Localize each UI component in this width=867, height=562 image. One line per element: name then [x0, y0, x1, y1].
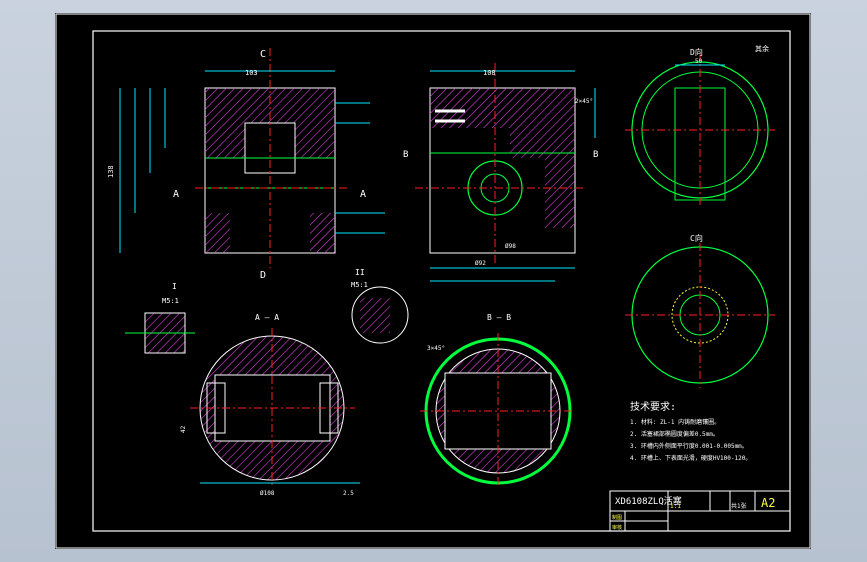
dim-a-a-width: Ø108	[260, 490, 275, 497]
b-b-section	[420, 333, 575, 488]
tech-requirements: 技术要求: 1. 材料: ZL-1 内铸耐磨镶圈。 2. 活塞裙部椭圆度偏差0.…	[630, 400, 751, 462]
label-c-view: C向	[690, 233, 703, 243]
marker-c: C	[260, 49, 266, 60]
label-a-a: A — A	[255, 313, 279, 322]
detail-1	[125, 312, 195, 354]
label-b-b: B — B	[487, 313, 511, 322]
dim-angle-1: 2×45°	[575, 98, 593, 105]
title-designer: 制图	[612, 514, 622, 521]
a-a-section	[190, 328, 360, 488]
tech-item: 3. 环槽内外侧面平行度0.001-0.005mm。	[630, 442, 748, 450]
tech-item: 2. 活塞裙部椭圆度偏差0.5mm。	[630, 430, 719, 438]
detail-2-label: II	[355, 268, 365, 277]
drawing-svg: C A A D 103 138 108 B B Ø98 Ø92 2×45° D向…	[55, 13, 811, 549]
dim-top-width-2: 108	[483, 69, 496, 77]
tech-item: 4. 环槽上、下表面光滑，硬度HV100-120。	[630, 454, 751, 462]
detail-2-scale: M5:1	[351, 281, 368, 289]
detail-1-label: I	[172, 282, 177, 291]
drawing-sheet: 共1张	[731, 502, 747, 510]
marker-a-right: A	[360, 189, 366, 200]
marker-b-left: B	[403, 150, 408, 160]
dim-top-width-1: 103	[245, 69, 258, 77]
dim-height-total: 138	[107, 165, 115, 178]
marker-a-left: A	[173, 189, 179, 200]
dim-bore: Ø98	[505, 243, 516, 250]
roughness-note: 其余	[755, 44, 769, 53]
dim-bottom: Ø92	[475, 260, 486, 267]
dim-pin-dia: 42	[180, 425, 187, 433]
main-section-view	[119, 48, 385, 268]
dim-a-a-side: 2.5	[343, 490, 354, 497]
drawing-scale: 1:1	[670, 503, 681, 510]
dim-angle-2: 3×45°	[427, 345, 445, 352]
cad-viewport: C A A D 103 138 108 B B Ø98 Ø92 2×45° D向…	[0, 0, 867, 562]
dim-d-width: 50	[695, 58, 703, 65]
c-view	[625, 243, 775, 388]
tech-heading: 技术要求:	[630, 400, 676, 413]
detail-2	[351, 286, 409, 344]
sheet-size: A2	[761, 496, 775, 510]
drawing-canvas[interactable]: C A A D 103 138 108 B B Ø98 Ø92 2×45° D向…	[55, 13, 811, 549]
title-checker: 审核	[612, 524, 622, 531]
detail-1-scale: M5:1	[162, 297, 179, 305]
marker-b-right: B	[593, 150, 598, 160]
d-view	[625, 53, 775, 208]
tech-item: 1. 材料: ZL-1 内铸耐磨镶圈。	[630, 418, 720, 426]
marker-d: D	[260, 270, 266, 281]
label-d-view: D向	[690, 47, 703, 57]
